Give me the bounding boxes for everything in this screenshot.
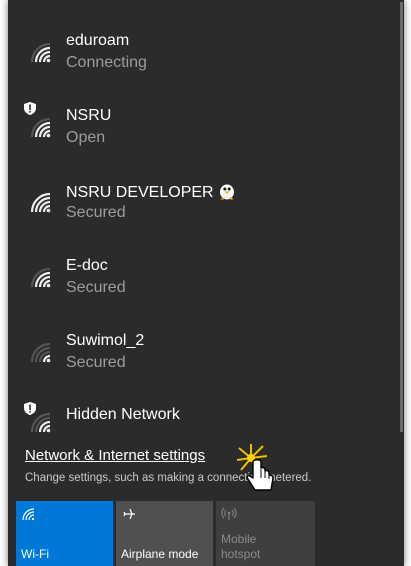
network-item-e-doc[interactable]: E-doc Secured — [8, 245, 404, 320]
network-flyout: eduroam Connecting NSRU Open NSRU DEVELO… — [8, 0, 404, 566]
network-item-hidden-network[interactable]: Hidden Network — [8, 395, 404, 435]
shield-warning-icon — [24, 102, 36, 115]
network-status: Connecting — [66, 54, 147, 71]
wifi-signal-icon — [30, 342, 51, 363]
network-name: NSRU DEVELOPER — [66, 184, 214, 201]
mobile-hotspot-toggle-button: Mobile hotspot — [216, 501, 315, 566]
network-item-nsru-developer[interactable]: NSRU DEVELOPER Secured — [8, 170, 404, 245]
wifi-toggle-button[interactable]: Wi-Fi — [16, 501, 113, 566]
network-name: E-doc — [66, 257, 108, 274]
scrollbar[interactable] — [400, 2, 403, 432]
airplane-icon — [123, 508, 135, 520]
airplane-mode-toggle-button[interactable]: Airplane mode — [116, 501, 213, 566]
wifi-signal-icon — [30, 412, 51, 433]
tile-label: Mobile hotspot — [221, 532, 261, 561]
network-status: Secured — [66, 354, 126, 371]
wifi-signal-icon — [30, 267, 51, 288]
wifi-signal-icon — [30, 42, 51, 63]
network-status: Secured — [66, 279, 126, 296]
network-name: Hidden Network — [66, 406, 180, 423]
hotspot-icon — [221, 507, 237, 520]
network-name-row: NSRU DEVELOPER — [66, 182, 236, 202]
tile-label: Airplane mode — [121, 547, 199, 561]
wifi-signal-icon — [30, 192, 51, 213]
network-item-suwimol-2[interactable]: Suwimol_2 Secured — [8, 320, 404, 395]
hand-cursor-icon — [237, 444, 274, 491]
network-status: Secured — [66, 204, 126, 221]
network-name: NSRU — [66, 107, 112, 124]
network-settings-link[interactable]: Network & Internet settings — [25, 447, 205, 464]
penguin-icon — [219, 184, 234, 200]
network-item-nsru[interactable]: NSRU Open — [8, 95, 404, 170]
network-name: Suwimol_2 — [66, 332, 145, 349]
wifi-icon — [22, 508, 35, 521]
network-name: eduroam — [66, 32, 130, 49]
wifi-signal-icon — [30, 117, 51, 138]
network-item-eduroam[interactable]: eduroam Connecting — [8, 20, 404, 95]
network-status: Open — [66, 129, 106, 146]
tile-label: Wi-Fi — [21, 547, 49, 561]
